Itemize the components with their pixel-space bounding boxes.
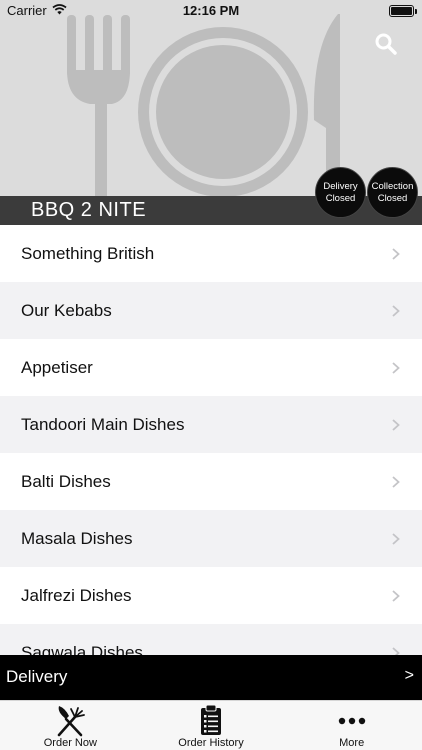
category-item[interactable]: Jalfrezi Dishes xyxy=(0,567,422,624)
category-list[interactable]: Something British Our Kebabs Appetiser T… xyxy=(0,225,422,655)
category-item[interactable]: Tandoori Main Dishes xyxy=(0,396,422,453)
tab-bar: Order Now Order History More xyxy=(0,700,422,750)
category-item[interactable]: Balti Dishes xyxy=(0,453,422,510)
delivery-mode-label: Delivery xyxy=(6,667,68,686)
delivery-arrow-icon: > xyxy=(404,667,414,684)
category-label: Our Kebabs xyxy=(21,300,112,320)
category-item[interactable]: Sagwala Dishes xyxy=(0,624,422,655)
category-label: Jalfrezi Dishes xyxy=(21,585,132,605)
delivery-status-badge: Delivery Closed xyxy=(315,167,366,218)
category-item[interactable]: Something British xyxy=(0,225,422,282)
chevron-right-icon xyxy=(392,305,400,317)
fork-knife-icon xyxy=(58,706,86,737)
tab-more[interactable]: More xyxy=(281,701,422,750)
chevron-right-icon xyxy=(392,362,400,374)
tab-label: Order History xyxy=(178,737,244,749)
delivery-badge-line2: Closed xyxy=(325,192,356,204)
collection-status-badge: Collection Closed xyxy=(367,167,418,218)
category-label: Sagwala Dishes xyxy=(21,642,143,656)
collection-badge-line2: Closed xyxy=(377,192,408,204)
collection-badge-line1: Collection xyxy=(371,180,414,192)
category-label: Masala Dishes xyxy=(21,528,133,548)
restaurant-name: BBQ 2 NITE xyxy=(31,199,147,221)
delivery-mode-bar[interactable]: Delivery > xyxy=(0,655,422,700)
category-label: Something British xyxy=(21,243,155,263)
category-label: Tandoori Main Dishes xyxy=(21,414,185,434)
category-label: Appetiser xyxy=(21,357,93,377)
tab-label: More xyxy=(339,737,365,749)
status-bar: Carrier 12:16 PM xyxy=(0,0,422,22)
battery-icon xyxy=(389,5,417,17)
clock-time: 12:16 PM xyxy=(182,3,240,18)
clipboard-list-icon xyxy=(201,704,221,735)
more-dots-icon xyxy=(338,717,365,725)
category-label: Balti Dishes xyxy=(21,471,111,491)
chevron-right-icon xyxy=(392,248,400,260)
chevron-right-icon xyxy=(392,647,400,655)
tab-label: Order Now xyxy=(43,737,97,749)
category-item[interactable]: Appetiser xyxy=(0,339,422,396)
chevron-right-icon xyxy=(392,476,400,488)
tab-order-history[interactable]: Order History xyxy=(141,701,282,750)
delivery-badge-line1: Delivery xyxy=(323,180,358,192)
search-icon xyxy=(375,33,397,55)
chevron-right-icon xyxy=(392,590,400,602)
category-item[interactable]: Masala Dishes xyxy=(0,510,422,567)
category-item[interactable]: Our Kebabs xyxy=(0,282,422,339)
chevron-right-icon xyxy=(392,533,400,545)
search-button[interactable] xyxy=(374,32,398,56)
chevron-right-icon xyxy=(392,419,400,431)
tab-order-now[interactable]: Order Now xyxy=(0,701,141,750)
restaurant-header: BBQ 2 NITE Delivery Closed Collection Cl… xyxy=(0,0,422,225)
